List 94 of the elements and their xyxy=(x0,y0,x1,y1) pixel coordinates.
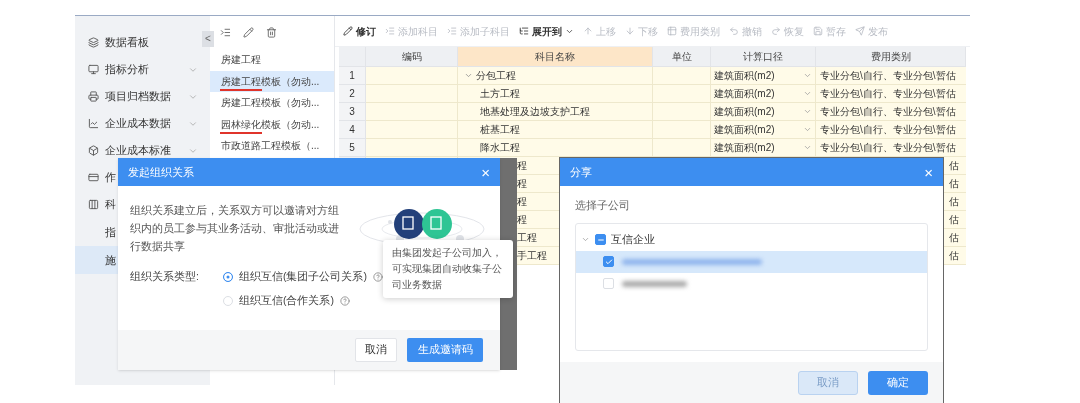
undo-icon xyxy=(729,26,739,36)
column-header: 计算口径 xyxy=(711,47,816,67)
tree-label[interactable]: 互信企业 xyxy=(611,231,655,248)
monitor-icon xyxy=(88,64,99,75)
printer-icon xyxy=(88,91,99,102)
sidebar-item[interactable]: 企业成本数据 xyxy=(75,110,210,137)
check-icon xyxy=(604,257,613,266)
chart-icon xyxy=(88,118,99,129)
list-icon xyxy=(519,26,529,36)
table-cell[interactable]: 建筑面积(m2) xyxy=(711,121,816,139)
checkbox[interactable] xyxy=(603,256,614,267)
box-icon xyxy=(88,145,99,156)
column-header: 费用类别 xyxy=(816,47,966,67)
cell-text: 程 xyxy=(517,159,527,173)
sidebar-item[interactable]: 企业成本标准 xyxy=(75,137,210,164)
outdent-icon[interactable] xyxy=(220,27,231,38)
cell-text: 建筑面积(m2) xyxy=(714,141,775,155)
tree-node[interactable] xyxy=(576,250,927,273)
pencil-icon[interactable] xyxy=(243,27,254,38)
cell-text: 土方工程 xyxy=(480,87,520,101)
cell-text: 程 xyxy=(517,213,527,227)
cell-text: 降水工程 xyxy=(480,141,520,155)
field-label: 选择子公司 xyxy=(575,198,631,213)
sidebar-item[interactable]: 指标分析 xyxy=(75,56,210,83)
cell-text: 程 xyxy=(517,195,527,209)
template-item[interactable]: 园林绿化模板（勿动... xyxy=(210,113,334,135)
row-number: 1 xyxy=(339,67,366,85)
table-cell: 专业分包\自行、专业分包\暂估 xyxy=(816,121,966,139)
sidebar-item[interactable]: 项目归档数据 xyxy=(75,83,210,110)
checkbox[interactable] xyxy=(595,234,606,245)
table-cell: 专业分包\自行、专业分包\暂估 xyxy=(816,85,966,103)
layers-icon xyxy=(88,37,99,48)
card-icon xyxy=(88,172,99,183)
collapse-button[interactable]: < xyxy=(202,31,214,47)
table-cell[interactable]: 建筑面积(m2) xyxy=(711,85,816,103)
cell-text: 建筑面积(m2) xyxy=(714,87,775,101)
cell-text: 工程 xyxy=(517,231,537,245)
table-cell[interactable]: 建筑面积(m2) xyxy=(711,67,816,85)
expand-icon[interactable] xyxy=(464,71,473,80)
save-icon xyxy=(813,26,823,36)
table-cell: 专业分包\自行、专业分包\暂估 xyxy=(816,139,966,157)
template-item[interactable]: 房建工程模板（勿动... xyxy=(210,70,334,92)
toolbar-button[interactable]: 展开到 xyxy=(519,23,574,39)
field-label: 组织关系类型: xyxy=(130,269,200,284)
redacted-text xyxy=(622,280,687,287)
dialog-title: 发起组织关系 xyxy=(128,164,194,180)
sidebar-item[interactable]: 作 xyxy=(75,164,118,191)
cell-text: 桩基工程 xyxy=(480,123,520,137)
cell-text: 分包工程 xyxy=(476,69,516,83)
column-header: 单位 xyxy=(653,47,711,67)
help-icon[interactable] xyxy=(340,295,350,306)
columns-icon xyxy=(88,199,99,210)
table-cell: 专业分包\自行、专业分包\暂估 xyxy=(816,67,966,85)
cell-text: 建筑面积(m2) xyxy=(714,69,775,83)
send-icon xyxy=(855,26,865,36)
row-number: 3 xyxy=(339,103,366,121)
cell-text: 手工程 xyxy=(517,249,547,263)
description-text: 组织关系建立后，关系双方可以邀请对方组织内的员工参与其业务活动、审批活动或进行数据共享 xyxy=(130,203,340,254)
template-item[interactable]: 市政道路工程模板（... xyxy=(210,135,334,157)
cancel-button[interactable]: 取消 xyxy=(355,338,397,362)
redo-icon xyxy=(771,26,781,36)
table-cell[interactable]: 建筑面积(m2) xyxy=(711,139,816,157)
column-header: 科目名称 xyxy=(458,47,653,67)
arrow-up-icon xyxy=(583,26,593,36)
cell-text: 建筑面积(m2) xyxy=(714,105,775,119)
sidebar-subitem[interactable]: 施 xyxy=(75,246,118,274)
sidebar-item[interactable]: 科 xyxy=(75,191,118,218)
table-cell: 专业分包\自行、专业分包\暂估 xyxy=(816,103,966,121)
pencil-icon xyxy=(343,26,353,36)
table-cell[interactable]: 建筑面积(m2) xyxy=(711,103,816,121)
toolbar-button[interactable]: 修订 xyxy=(343,23,376,39)
cell-text: 程 xyxy=(517,177,527,191)
dialog-title: 分享 xyxy=(570,164,592,180)
table-icon xyxy=(667,26,677,36)
arrow-down-icon xyxy=(625,26,635,36)
radio-label[interactable]: 组织互信(集团子公司关系) xyxy=(239,269,367,285)
row-number: 4 xyxy=(339,121,366,139)
row-number: 2 xyxy=(339,85,366,103)
sidebar-subitem[interactable]: 指 xyxy=(75,218,118,246)
help-icon[interactable] xyxy=(373,271,383,282)
sidebar-item[interactable]: 数据看板 xyxy=(75,29,196,56)
radio-label[interactable]: 组织互信(合作关系) xyxy=(239,292,334,309)
indent-icon xyxy=(385,26,395,36)
column-header: 编码 xyxy=(366,47,458,67)
template-item[interactable]: 房建工程 xyxy=(210,49,334,71)
expand-icon[interactable] xyxy=(581,235,590,244)
radio-button[interactable] xyxy=(223,271,233,282)
trash-icon[interactable] xyxy=(266,27,277,38)
tooltip: 由集团发起子公司加入，可实现集团自动收集子公司业务数据 xyxy=(383,240,513,298)
template-item[interactable]: 房建工程模板（勿动... xyxy=(210,92,334,114)
indent-icon xyxy=(447,26,457,36)
row-number: 5 xyxy=(339,139,366,157)
cell-text: 建筑面积(m2) xyxy=(714,123,775,137)
cell-text: 地基处理及边坡支护工程 xyxy=(480,105,590,119)
